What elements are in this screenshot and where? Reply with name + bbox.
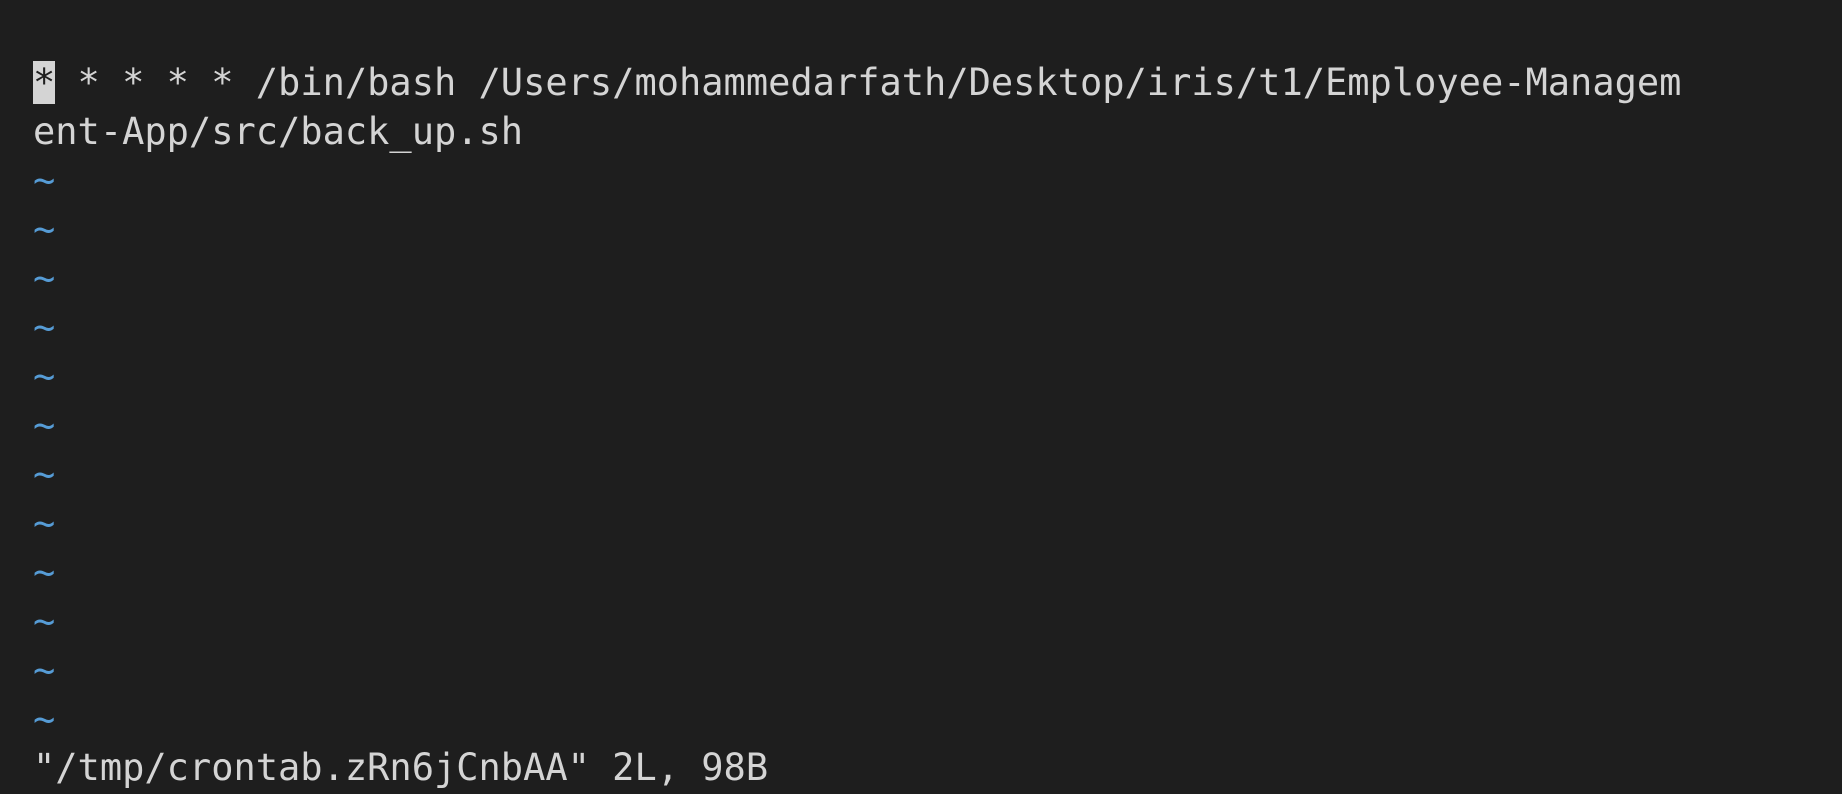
empty-line-marker: ~ [33,600,56,643]
empty-line-marker: ~ [33,355,56,398]
text-cursor: * [33,61,56,104]
terminal-window[interactable]: * * * * * /bin/bash /Users/mohammedarfat… [0,0,1842,794]
buffer-line-1-text: * * * * /bin/bash /Users/mohammedarfath/… [55,61,1682,104]
empty-line-marker: ~ [33,208,56,251]
empty-line-marker: ~ [33,649,56,692]
empty-line-marker: ~ [33,159,56,202]
status-line: "/tmp/crontab.zRn6jCnbAA" 2L, 98B [33,746,769,789]
empty-line-marker: ~ [33,306,56,349]
buffer-line-1: * * * * * /bin/bash /Users/mohammedarfat… [33,58,1842,107]
empty-line-marker: ~ [33,453,56,496]
empty-line-marker: ~ [33,551,56,594]
vim-buffer[interactable]: * * * * * /bin/bash /Users/mohammedarfat… [33,58,1842,744]
empty-line-marker: ~ [33,404,56,447]
empty-line-marker: ~ [33,257,56,300]
empty-line-marker: ~ [33,502,56,545]
empty-line-marker: ~ [33,698,56,741]
buffer-line-1-wrap: ent-App/src/back_up.sh [33,110,524,153]
